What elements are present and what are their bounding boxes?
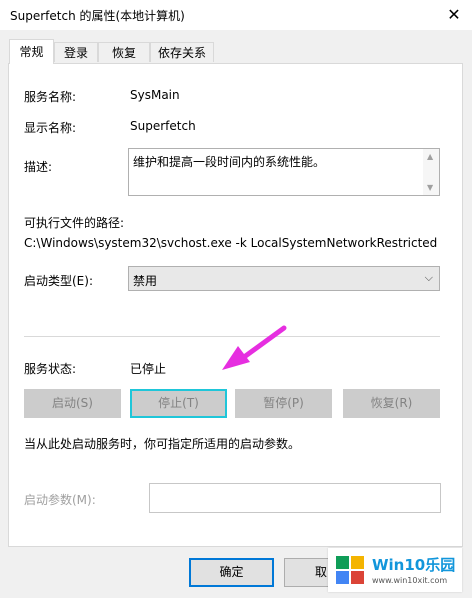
service-status-label: 服务状态: [24,362,77,376]
resume-button[interactable]: 恢复(R) [343,389,440,418]
window-title: Superfetch 的属性(本地计算机) [10,9,185,23]
chevron-down-icon: ⌵ [424,271,433,284]
general-panel [8,63,463,547]
startup-type-select[interactable]: 禁用 ⌵ [128,266,440,291]
description-label: 描述: [24,160,53,174]
start-params-label: 启动参数(M): [24,493,96,507]
tab-general[interactable]: 常规 [9,39,54,64]
title-bar: Superfetch 的属性(本地计算机) ✕ [0,0,472,30]
watermark-brand: Win10乐园 [372,556,456,574]
stop-button[interactable]: 停止(T) [130,389,227,418]
divider [24,336,440,337]
scroll-down-icon[interactable]: ▼ [427,183,433,192]
tab-dependencies[interactable]: 依存关系 [150,42,214,62]
display-name-label: 显示名称: [24,121,77,135]
tab-recovery[interactable]: 恢复 [98,42,150,62]
display-name-value: Superfetch [130,119,196,133]
service-name-value: SysMain [130,88,180,102]
service-status-value: 已停止 [130,362,167,376]
description-text: 维护和提高一段时间内的系统性能。 [133,155,326,169]
description-box[interactable]: 维护和提高一段时间内的系统性能。 ▲ ▼ [128,148,440,196]
scroll-up-icon[interactable]: ▲ [427,152,433,161]
startup-type-label: 启动类型(E): [24,274,93,288]
path-label: 可执行文件的路径: [24,216,125,230]
description-scrollbar[interactable]: ▲ ▼ [423,149,439,195]
ok-button[interactable]: 确定 [189,558,274,587]
startup-type-value: 禁用 [133,274,158,288]
path-value: C:\Windows\system32\svchost.exe -k Local… [24,236,438,250]
windows-logo-icon [336,556,366,586]
pause-button[interactable]: 暂停(P) [235,389,332,418]
close-icon[interactable]: ✕ [436,0,472,30]
start-button[interactable]: 启动(S) [24,389,121,418]
tab-logon[interactable]: 登录 [54,42,98,62]
service-name-label: 服务名称: [24,90,77,104]
watermark-url: www.win10xit.com [372,576,448,585]
start-params-input[interactable] [149,483,441,513]
watermark-badge: Win10乐园 www.win10xit.com [328,548,462,592]
start-params-hint: 当从此处启动服务时，你可指定所适用的启动参数。 [24,437,301,451]
